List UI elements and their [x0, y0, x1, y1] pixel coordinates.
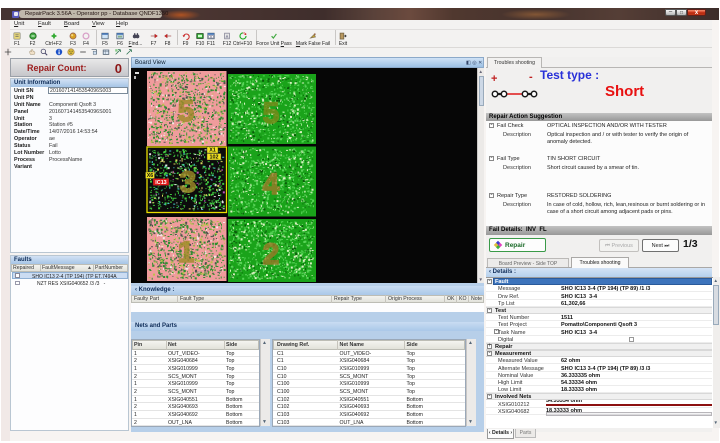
svg-text:3: 3	[180, 166, 197, 199]
svg-text:-: -	[529, 71, 533, 83]
svg-text:X6: X6	[147, 173, 154, 179]
svg-text:2: 2	[263, 238, 280, 271]
svg-text:1: 1	[178, 236, 195, 269]
svg-text:X1: X1	[209, 147, 216, 153]
svg-text:IC13: IC13	[155, 180, 166, 186]
svg-text:+: +	[491, 73, 497, 85]
svg-text:102: 102	[210, 154, 219, 160]
svg-text:5: 5	[263, 97, 280, 130]
svg-text:5: 5	[178, 95, 195, 128]
svg-text:4: 4	[263, 168, 280, 201]
